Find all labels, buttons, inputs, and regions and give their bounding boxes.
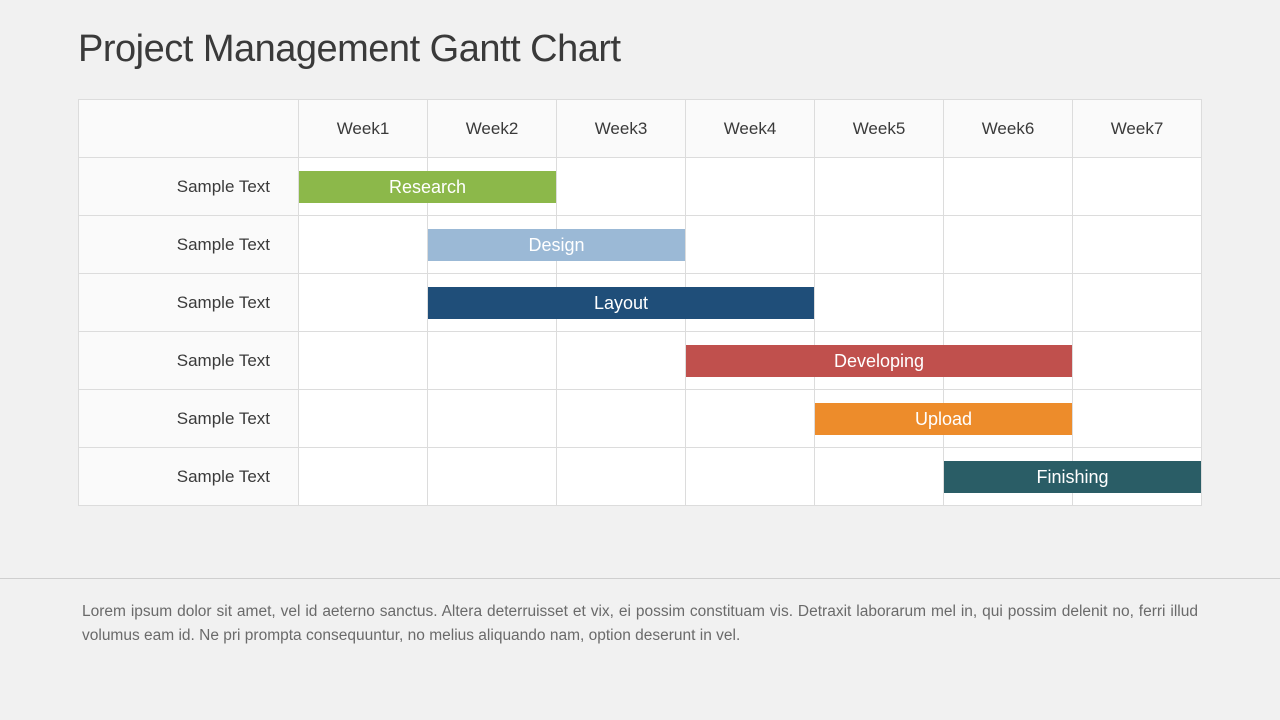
gantt-cell (299, 448, 428, 506)
gantt-cell (944, 158, 1073, 216)
gantt-cell (299, 274, 428, 332)
row-label: Sample Text (79, 274, 299, 332)
footer-text: Lorem ipsum dolor sit amet, vel id aeter… (82, 600, 1198, 648)
gantt-row: Sample TextResearch (79, 158, 1202, 216)
gantt-cell (557, 448, 686, 506)
gantt-cell: Research (299, 158, 428, 216)
row-label: Sample Text (79, 216, 299, 274)
gantt-row: Sample Text Finishing (79, 448, 1202, 506)
gantt-cell (1073, 158, 1202, 216)
footer-divider (0, 578, 1280, 579)
gantt-cell (944, 216, 1073, 274)
gantt-row: Sample Text Upload (79, 390, 1202, 448)
col-week5: Week5 (815, 100, 944, 158)
gantt-cell (815, 158, 944, 216)
gantt-cell (944, 274, 1073, 332)
gantt-cell (1073, 390, 1202, 448)
row-label: Sample Text (79, 158, 299, 216)
gantt-corner (79, 100, 299, 158)
gantt-bar: Layout (428, 287, 814, 319)
gantt-cell (428, 390, 557, 448)
gantt-cell (299, 332, 428, 390)
gantt-bar: Developing (686, 345, 1072, 377)
gantt-header-row: Week1 Week2 Week3 Week4 Week5 Week6 Week… (79, 100, 1202, 158)
row-label: Sample Text (79, 448, 299, 506)
gantt-cell: Upload (815, 390, 944, 448)
gantt-cell (815, 274, 944, 332)
gantt-cell (815, 448, 944, 506)
gantt-table: Week1 Week2 Week3 Week4 Week5 Week6 Week… (78, 99, 1202, 506)
gantt-cell: Layout (428, 274, 557, 332)
col-week6: Week6 (944, 100, 1073, 158)
gantt-cell (428, 332, 557, 390)
page-title: Project Management Gantt Chart (78, 28, 1202, 71)
gantt-cell (686, 448, 815, 506)
row-label: Sample Text (79, 332, 299, 390)
gantt-cell (557, 332, 686, 390)
gantt-row: Sample Text Design (79, 216, 1202, 274)
col-week3: Week3 (557, 100, 686, 158)
gantt-cell (1073, 216, 1202, 274)
gantt-cell: Finishing (944, 448, 1073, 506)
gantt-bar: Research (299, 171, 556, 203)
gantt-cell (815, 216, 944, 274)
gantt-row: Sample Text Layout (79, 274, 1202, 332)
gantt-cell (1073, 274, 1202, 332)
gantt-cell (686, 158, 815, 216)
gantt-cell (686, 216, 815, 274)
gantt-bar: Finishing (944, 461, 1201, 493)
gantt-cell (686, 390, 815, 448)
gantt-cell (299, 216, 428, 274)
gantt-cell (1073, 332, 1202, 390)
col-week1: Week1 (299, 100, 428, 158)
row-label: Sample Text (79, 390, 299, 448)
gantt-bar: Design (428, 229, 685, 261)
gantt-cell (299, 390, 428, 448)
col-week2: Week2 (428, 100, 557, 158)
col-week4: Week4 (686, 100, 815, 158)
gantt-cell (557, 158, 686, 216)
gantt-cell (557, 390, 686, 448)
gantt-bar: Upload (815, 403, 1072, 435)
col-week7: Week7 (1073, 100, 1202, 158)
gantt-row: Sample Text Developing (79, 332, 1202, 390)
gantt-cell: Developing (686, 332, 815, 390)
gantt-cell: Design (428, 216, 557, 274)
gantt-cell (428, 448, 557, 506)
